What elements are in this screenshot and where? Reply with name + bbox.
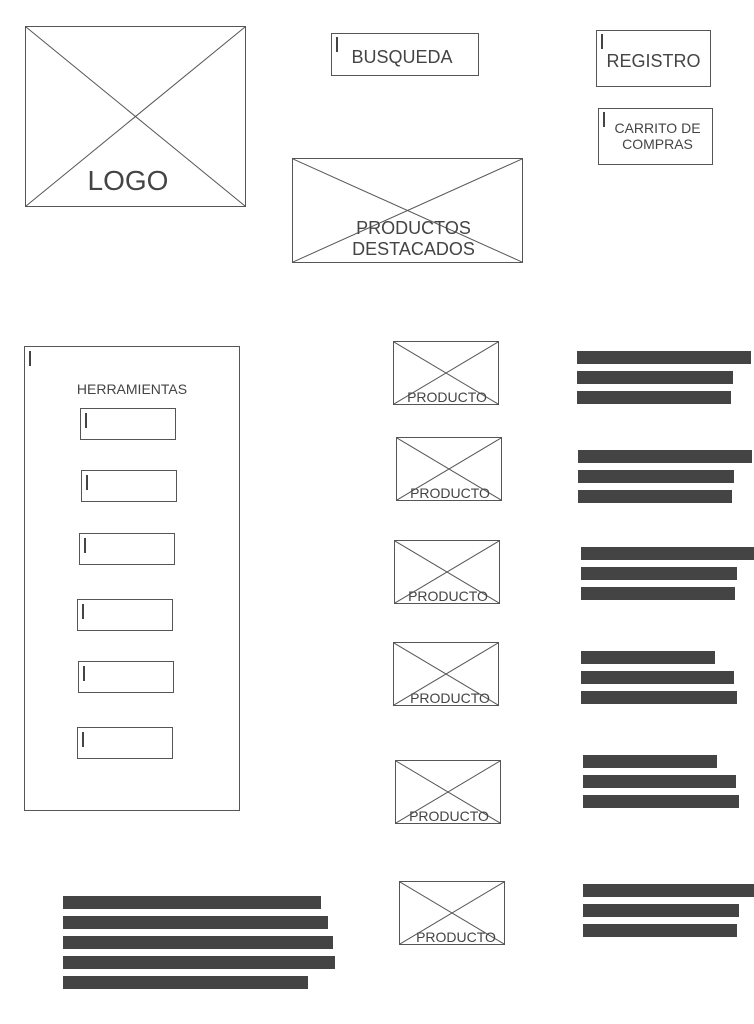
text-placeholder-bar xyxy=(577,351,751,364)
tool-button-2[interactable] xyxy=(81,470,177,502)
product-card[interactable]: PRODUCTO xyxy=(394,540,500,604)
text-cursor-icon xyxy=(29,351,31,366)
text-placeholder-bar xyxy=(577,391,731,404)
product-card[interactable]: PRODUCTO xyxy=(393,642,499,706)
shopping-cart-button[interactable]: CARRITO DE COMPRAS xyxy=(598,108,713,165)
text-cursor-icon xyxy=(82,604,84,619)
text-placeholder-bar xyxy=(577,371,733,384)
product-label: PRODUCTO xyxy=(408,588,488,604)
text-placeholder-bar xyxy=(581,651,715,664)
text-cursor-icon xyxy=(85,413,87,428)
product-label: PRODUCTO xyxy=(407,389,487,405)
text-placeholder-bar xyxy=(578,490,732,503)
text-placeholder-bar xyxy=(583,924,737,937)
text-placeholder-bar xyxy=(581,587,735,600)
text-placeholder-bar xyxy=(583,755,717,768)
product-label: PRODUCTO xyxy=(416,929,496,945)
product-card[interactable]: PRODUCTO xyxy=(393,341,499,405)
text-placeholder-bar xyxy=(63,916,328,929)
shopping-cart-label: CARRITO DE COMPRAS xyxy=(614,120,701,152)
text-cursor-icon xyxy=(82,732,84,747)
tool-button-1[interactable] xyxy=(80,408,176,440)
text-placeholder-bar xyxy=(63,936,333,949)
text-cursor-icon xyxy=(601,34,603,49)
featured-products-banner[interactable]: PRODUCTOS DESTACADOS xyxy=(292,158,523,263)
register-label: REGISTRO xyxy=(606,51,701,71)
product-label: PRODUCTO xyxy=(410,485,490,501)
product-card[interactable]: PRODUCTO xyxy=(395,760,501,824)
text-placeholder-bar xyxy=(583,775,736,788)
text-placeholder-bar xyxy=(581,547,754,560)
tool-button-3[interactable] xyxy=(79,533,175,565)
text-placeholder-bar xyxy=(583,904,739,917)
text-placeholder-bar xyxy=(581,567,737,580)
text-placeholder-bar xyxy=(581,671,734,684)
text-cursor-icon xyxy=(84,538,86,553)
tool-button-4[interactable] xyxy=(77,599,173,631)
text-cursor-icon xyxy=(83,666,85,681)
text-cursor-icon xyxy=(86,475,88,490)
product-label: PRODUCTO xyxy=(409,808,489,824)
product-card[interactable]: PRODUCTO xyxy=(399,881,505,945)
logo-placeholder: LOGO xyxy=(25,26,246,207)
text-placeholder-bar xyxy=(63,956,335,969)
text-placeholder-bar xyxy=(63,896,321,909)
tool-button-6[interactable] xyxy=(77,727,173,759)
tools-title: HERRAMIENTAS xyxy=(76,381,188,397)
register-button[interactable]: REGISTRO xyxy=(596,30,711,87)
text-placeholder-bar xyxy=(581,691,737,704)
text-placeholder-bar xyxy=(63,976,308,989)
text-placeholder-bar xyxy=(583,795,739,808)
tool-button-5[interactable] xyxy=(78,661,174,693)
text-placeholder-bar xyxy=(578,450,752,463)
product-label: PRODUCTO xyxy=(410,690,490,706)
logo-label: LOGO xyxy=(87,165,169,196)
product-card[interactable]: PRODUCTO xyxy=(396,437,502,501)
search-input[interactable]: BUSQUEDA xyxy=(331,33,479,76)
text-placeholder-bar xyxy=(578,470,734,483)
text-placeholder-bar xyxy=(583,884,754,897)
search-label: BUSQUEDA xyxy=(351,47,453,67)
featured-products-label: PRODUCTOS DESTACADOS xyxy=(352,218,475,259)
